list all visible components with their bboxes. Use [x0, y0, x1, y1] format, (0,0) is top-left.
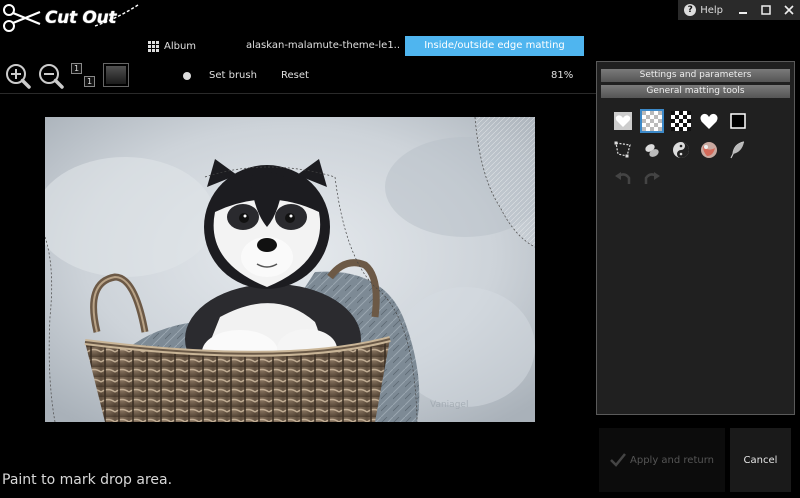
- actual-size-button[interactable]: 1 1: [70, 62, 98, 90]
- brush-size-dot-icon: [183, 72, 191, 80]
- title-bar: Cut Out ? Help: [0, 0, 800, 34]
- tab-edge-matting[interactable]: Inside/outside edge matting: [405, 36, 584, 56]
- checker-small-icon: [642, 111, 662, 131]
- fit-to-window-button[interactable]: [103, 63, 129, 87]
- contrast-tool[interactable]: [669, 138, 693, 162]
- tab-album[interactable]: Album: [148, 36, 196, 56]
- checker-large-tool[interactable]: [669, 109, 693, 133]
- actual-size-bottom: 1: [84, 76, 95, 87]
- heart-tool[interactable]: [697, 109, 721, 133]
- tools-header[interactable]: General matting tools: [601, 85, 790, 98]
- maximize-icon: [760, 5, 771, 15]
- zoom-level: 81%: [551, 70, 574, 81]
- smudge-tool[interactable]: [640, 138, 664, 162]
- polygon-lasso-icon: [614, 141, 631, 158]
- toolbar-divider: [0, 93, 596, 94]
- help-button[interactable]: ? Help: [678, 0, 731, 20]
- status-message: Paint to mark drop area.: [2, 472, 173, 488]
- undo-button[interactable]: [611, 166, 635, 190]
- zoom-in-button[interactable]: [4, 62, 32, 90]
- window-controls: ? Help: [678, 0, 800, 20]
- app-logo-text: Cut Out: [45, 8, 117, 28]
- heart-frame-tool[interactable]: [611, 109, 635, 133]
- undo-icon: [615, 172, 631, 184]
- tab-file[interactable]: alaskan-malamute-theme-le1..: [246, 36, 400, 56]
- checker-small-tool[interactable]: [640, 109, 664, 133]
- actual-size-top: 1: [71, 63, 82, 74]
- square-tool[interactable]: [726, 109, 750, 133]
- zoom-out-icon: [39, 64, 64, 89]
- color-ball-tool[interactable]: [697, 138, 721, 162]
- minimize-button[interactable]: [731, 0, 754, 20]
- polygon-lasso-tool[interactable]: [611, 138, 635, 162]
- color-ball-icon: [701, 142, 717, 158]
- cancel-button[interactable]: Cancel: [730, 428, 791, 492]
- redo-button[interactable]: [640, 166, 664, 190]
- heart-icon: [700, 113, 718, 129]
- matting-panel: Settings and parameters General matting …: [596, 61, 795, 415]
- minimize-icon: [738, 12, 747, 14]
- feather-tool[interactable]: [726, 138, 750, 162]
- redo-icon: [644, 172, 660, 184]
- grid-icon: [148, 40, 159, 52]
- apply-and-return-button[interactable]: Apply and return: [599, 428, 725, 492]
- zoom-out-button[interactable]: [37, 62, 65, 90]
- checker-large-icon: [671, 111, 691, 131]
- checkmark-icon: [610, 453, 626, 467]
- heart-frame-icon: [614, 112, 632, 130]
- help-label: Help: [700, 4, 723, 16]
- maximize-button[interactable]: [754, 0, 777, 20]
- puppy-photo: Vaniagel: [45, 117, 535, 422]
- smudge-icon: [645, 144, 659, 157]
- close-button[interactable]: [777, 0, 800, 20]
- tab-row: Album alaskan-malamute-theme-le1.. Insid…: [0, 36, 800, 56]
- contrast-icon: [673, 142, 689, 158]
- photo-canvas[interactable]: Vaniagel: [45, 117, 535, 422]
- apply-label: Apply and return: [630, 454, 714, 466]
- photo-watermark: Vaniagel: [430, 400, 468, 410]
- settings-header[interactable]: Settings and parameters: [601, 69, 790, 82]
- toolbar: 1 1 Set brush Reset 81%: [0, 60, 596, 92]
- reset-button[interactable]: Reset: [281, 70, 309, 81]
- question-circle-icon: ?: [684, 4, 697, 16]
- app-logo: Cut Out: [0, 0, 145, 38]
- square-icon: [730, 113, 746, 129]
- tab-album-label: Album: [164, 40, 197, 52]
- zoom-in-icon: [6, 64, 31, 89]
- fit-window-icon: [106, 66, 126, 84]
- feather-icon: [730, 141, 745, 159]
- close-icon: [783, 5, 794, 15]
- set-brush-button[interactable]: Set brush: [209, 70, 257, 81]
